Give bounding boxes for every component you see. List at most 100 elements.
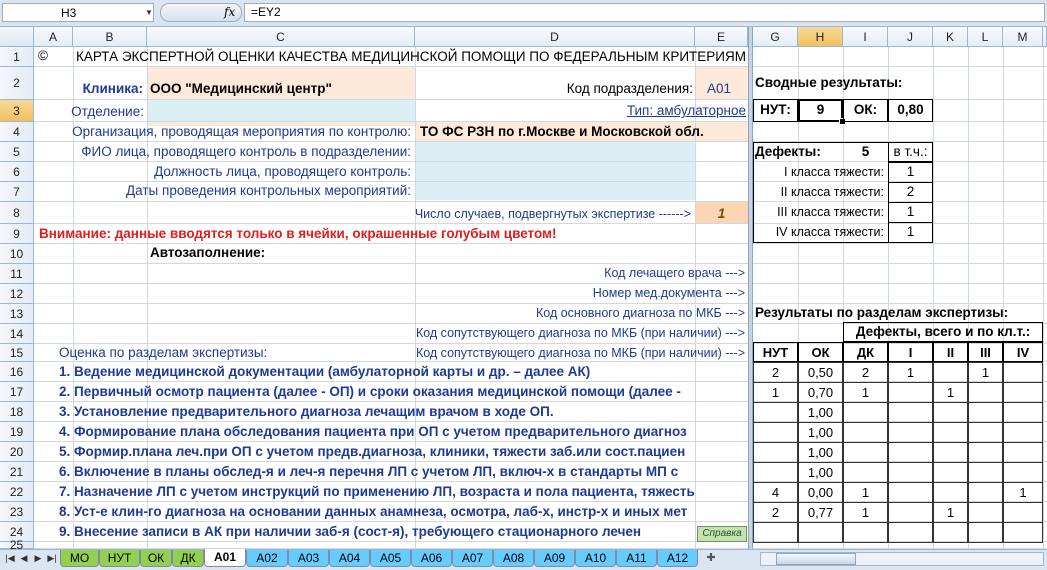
row-header-17[interactable]: 17 [0,382,34,402]
fio-input-fill[interactable] [415,142,695,162]
prev-sheet-icon[interactable]: ◀ [18,551,30,565]
dates-input-fill[interactable] [415,182,695,200]
scrollbar-thumb[interactable] [776,553,856,565]
concomitant-diag-label: Код сопутствующего диагноза по МКБ (при … [415,346,745,360]
sheet-tab-а05[interactable]: А05 [370,550,411,567]
row-header-12[interactable]: 12 [0,284,34,304]
row-header-21[interactable]: 21 [0,462,34,482]
function-icon[interactable]: fx [224,3,235,22]
sheet-tab-а12[interactable]: А12 [657,550,698,567]
sheet-tab-а01[interactable]: А01 [204,549,246,567]
sheet-tab-дк[interactable]: ДК [172,550,204,567]
subdiv-value: А01 [707,81,732,96]
results-cell [843,402,888,423]
row-header-5[interactable]: 5 [0,142,34,162]
row-header-25[interactable]: 25 [0,539,34,551]
summary-title: Сводные результаты: [755,75,903,90]
formula-input[interactable]: =EY2 [244,3,1045,22]
column-header-g[interactable]: G [753,27,798,47]
select-all-corner[interactable] [0,27,34,47]
column-header-j[interactable]: J [888,27,933,47]
row-header-6[interactable]: 6 [0,162,34,182]
row-header-9[interactable]: 9 [0,224,34,244]
section-item: 1. Ведение медицинской документации (амб… [59,364,591,379]
row-header-15[interactable]: 15 [0,344,34,362]
column-header-b[interactable]: B [73,27,147,47]
row-header-18[interactable]: 18 [0,402,34,422]
results-cell [753,462,798,483]
help-button[interactable]: Справка [697,526,747,542]
row-header-23[interactable]: 23 [0,502,34,522]
results-cell [933,402,968,423]
sheet-tab-а11[interactable]: А11 [616,550,657,567]
results-cell [1003,382,1043,403]
sheet-tab-а10[interactable]: А10 [575,550,616,567]
column-header-h[interactable]: H [798,27,843,47]
last-sheet-icon[interactable]: ▶| [46,551,58,565]
new-sheet-icon[interactable]: ✚ [704,551,718,565]
class-value: 1 [906,224,915,239]
column-header-i[interactable]: I [843,27,888,47]
results-value: 1 [861,505,870,520]
section-item: 4. Формирование плана обследования пацие… [59,424,687,439]
row-header-2[interactable]: 2 [0,67,34,100]
dept-input-fill[interactable] [147,100,415,122]
sheet-tab-а02[interactable]: А02 [246,550,288,567]
row-header-20[interactable]: 20 [0,442,34,462]
row-header-19[interactable]: 19 [0,422,34,442]
column-header-l[interactable]: L [968,27,1003,47]
sheet-tab-а08[interactable]: А08 [493,550,534,567]
results-cell [753,402,798,423]
column-header-k[interactable]: K [933,27,968,47]
results-cell [933,362,968,383]
row-header-4[interactable]: 4 [0,122,34,142]
row-header-3[interactable]: 3 [0,100,34,122]
column-header-a[interactable]: A [34,27,73,47]
sheet-tab-мо[interactable]: МО [60,550,99,567]
row-header-16[interactable]: 16 [0,362,34,382]
sheet-tab-а04[interactable]: А04 [329,550,370,567]
class-value: 2 [906,184,915,199]
results-cell [1003,462,1043,483]
sheet-tab-нут[interactable]: НУТ [99,550,140,567]
name-box[interactable]: H3 [2,3,154,22]
results-cell [933,442,968,463]
row-header-11[interactable]: 11 [0,264,34,284]
next-sheet-icon[interactable]: ▶ [32,551,44,565]
column-header-e[interactable]: E [695,27,748,47]
dept-label: Отделение: [71,104,144,119]
column-header-c[interactable]: C [147,27,415,47]
row-header-8[interactable]: 8 [0,202,34,224]
column-header-n[interactable] [1043,27,1047,47]
chevron-down-icon[interactable]: ▼ [143,3,155,22]
sheet-tab-а07[interactable]: А07 [452,550,493,567]
nut-value: 9 [816,102,825,117]
org-value: ТО ФС РЗН по г.Москве и Московской обл. [420,124,704,139]
column-header-d[interactable]: D [415,27,695,47]
ok-value: 0,80 [897,102,924,117]
results-cell [1003,422,1043,443]
warning-text: Внимание: данные вводятся только в ячейк… [39,226,557,241]
row-header-7[interactable]: 7 [0,182,34,202]
results-header-label: НУТ [762,345,789,360]
nut-label: НУТ: [760,102,791,117]
sheet-tab-а06[interactable]: А06 [411,550,452,567]
results-value: 1,00 [807,405,834,420]
position-input-fill[interactable] [415,162,695,182]
sheet-tab-а03[interactable]: А03 [288,550,329,567]
row-header-14[interactable]: 14 [0,324,34,344]
results-cell [968,382,1003,403]
dates-label: Даты проведения контрольных мероприятий: [126,183,411,198]
results-cell [968,442,1003,463]
column-header-m[interactable]: M [1003,27,1043,47]
sheet-tab-ок[interactable]: ОК [140,550,172,567]
row-header-22[interactable]: 22 [0,482,34,502]
incl-label: в т.ч.: [893,144,928,159]
row-header-10[interactable]: 10 [0,244,34,264]
first-sheet-icon[interactable]: |◀ [4,551,16,565]
row-header-13[interactable]: 13 [0,304,34,324]
sheet-tab-а09[interactable]: А09 [534,550,575,567]
row-header-1[interactable]: 1 [0,47,34,67]
copyright-mark: © [38,48,48,63]
class-label: II класса тяжести: [780,185,884,199]
